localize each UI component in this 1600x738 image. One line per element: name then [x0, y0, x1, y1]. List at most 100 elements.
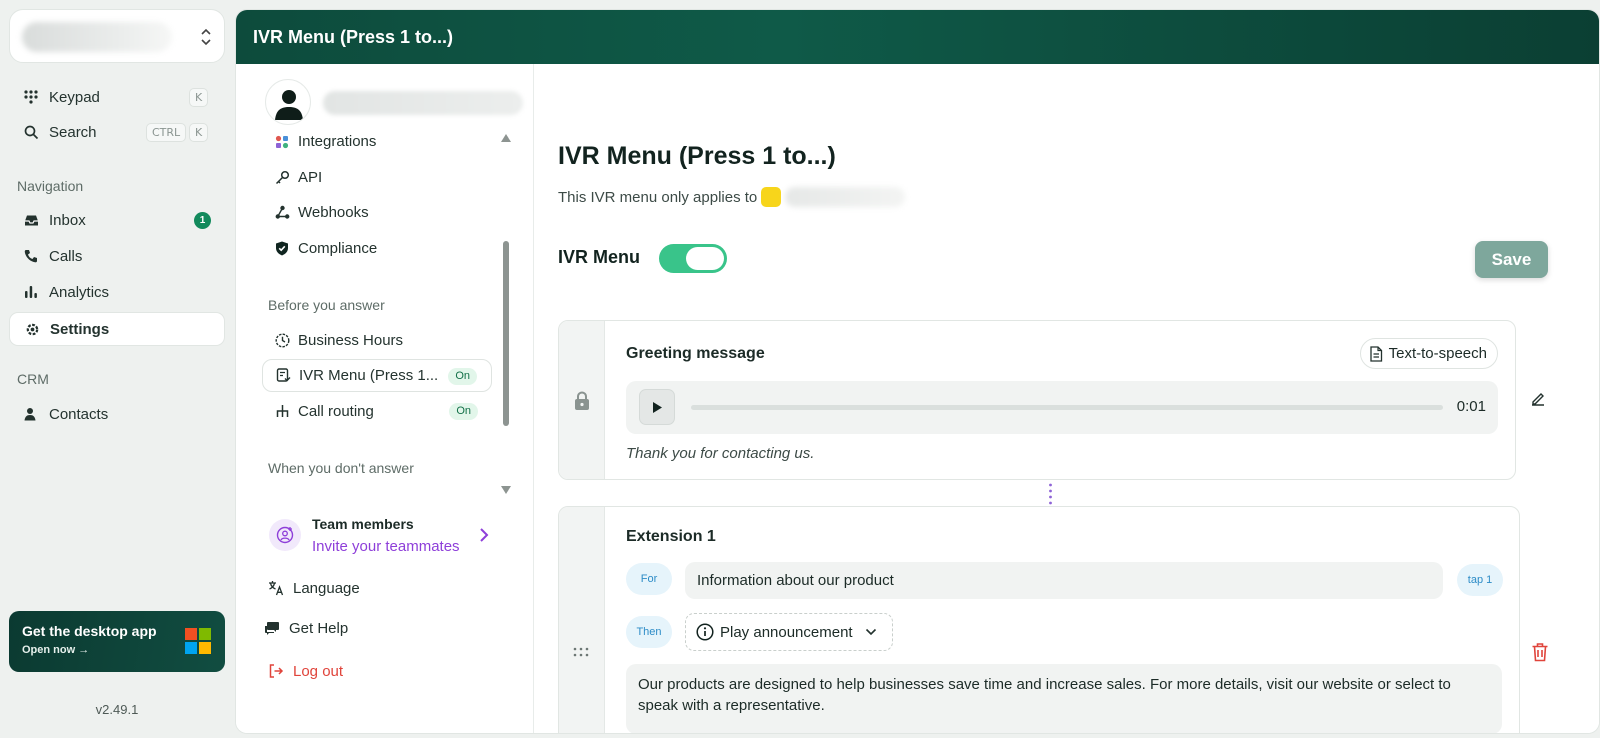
when-no-answer-header: When you don't answer	[268, 460, 414, 476]
settings-menu: Integrations API Webhooks Compliance Bef…	[236, 64, 534, 733]
menu-integrations[interactable]: Integrations	[262, 125, 492, 158]
profile-avatar[interactable]	[265, 79, 311, 125]
nav-search-label: Search	[49, 123, 97, 141]
settings-scrollbar[interactable]	[501, 134, 511, 494]
number-color-swatch	[761, 187, 782, 207]
menu-language-label: Language	[293, 579, 360, 597]
action-select-value: Play announcement	[720, 623, 853, 641]
nav-keypad[interactable]: Keypad K	[9, 80, 225, 114]
extension-label: Extension 1	[626, 528, 716, 545]
menu-api[interactable]: API	[262, 161, 492, 194]
nav-contacts-label: Contacts	[49, 405, 109, 423]
nav-settings[interactable]: Settings	[9, 312, 225, 346]
webhook-icon	[274, 205, 290, 221]
phone-icon	[23, 248, 39, 264]
announcement-text[interactable]: Our products are designed to help busine…	[626, 664, 1502, 733]
save-button[interactable]: Save	[1475, 241, 1548, 278]
applies-to-text: This IVR menu only applies to	[558, 188, 758, 206]
header-title: IVR Menu (Press 1 to...)	[253, 27, 454, 47]
ivr-content: IVR Menu (Press 1 to...) This IVR menu o…	[535, 64, 1599, 733]
nav-calls-label: Calls	[49, 247, 83, 265]
info-icon	[696, 623, 714, 641]
keypad-shortcut: K	[189, 88, 209, 107]
menu-language[interactable]: Language	[267, 579, 360, 597]
scroll-up-icon[interactable]	[501, 134, 511, 142]
extension-for-input[interactable]: Information about our product	[685, 562, 1443, 599]
invite-teammates-link[interactable]: Invite your teammates	[312, 538, 460, 555]
search-icon	[23, 124, 39, 140]
menu-business-hours[interactable]: Business Hours	[262, 324, 492, 357]
nav-calls[interactable]: Calls	[9, 239, 225, 273]
logout-button[interactable]: Log out	[267, 662, 343, 680]
lock-icon	[575, 391, 589, 410]
edit-icon[interactable]	[1530, 391, 1546, 407]
audio-progress-track[interactable]	[691, 405, 1443, 410]
chevron-updown-icon	[201, 28, 211, 46]
crm-header: CRM	[17, 371, 49, 387]
menu-compliance[interactable]: Compliance	[262, 232, 492, 265]
nav-analytics[interactable]: Analytics	[9, 275, 225, 309]
contact-icon	[23, 406, 39, 422]
help-chat-icon	[263, 619, 281, 637]
nav-inbox-label: Inbox	[49, 211, 86, 229]
greeting-label: Greeting message	[626, 345, 765, 362]
menu-ivr[interactable]: IVR Menu (Press 1... On	[262, 359, 492, 392]
action-select[interactable]: Play announcement	[685, 613, 893, 651]
ivr-toggle[interactable]	[659, 244, 727, 273]
nav-inbox[interactable]: Inbox 1	[9, 203, 225, 237]
menu-webhooks[interactable]: Webhooks	[262, 196, 492, 229]
menu-call-routing-label: Call routing	[298, 403, 374, 420]
drag-handle-icon[interactable]	[573, 647, 589, 657]
audio-player: 0:01	[626, 381, 1498, 434]
number-redacted	[785, 187, 906, 207]
menu-ivr-label: IVR Menu (Press 1...	[299, 367, 439, 384]
desktop-app-title: Get the desktop app	[22, 623, 157, 639]
translate-icon	[267, 579, 285, 597]
scroll-thumb[interactable]	[503, 241, 509, 426]
menu-integrations-label: Integrations	[298, 133, 377, 150]
before-answer-header: Before you answer	[268, 297, 385, 313]
menu-business-hours-label: Business Hours	[298, 332, 404, 349]
greeting-card: Greeting message Text-to-speech 0:01 Tha…	[558, 320, 1516, 480]
main-panel: IVR Menu (Press 1 to...) Integrations AP…	[235, 9, 1600, 734]
menu-help-label: Get Help	[289, 619, 349, 637]
header-bar: IVR Menu (Press 1 to...)	[236, 10, 1599, 64]
logout-icon	[267, 662, 285, 680]
play-button[interactable]	[639, 389, 675, 425]
add-user-icon	[269, 519, 301, 551]
workspace-name-redacted	[22, 22, 172, 52]
trash-icon[interactable]	[1531, 642, 1549, 662]
analytics-icon	[23, 284, 39, 300]
greeting-rail	[559, 321, 605, 479]
nav-keypad-label: Keypad	[49, 88, 100, 106]
then-chip: Then	[626, 616, 672, 648]
desktop-app-cta: Open now →	[22, 644, 90, 656]
scroll-down-icon[interactable]	[501, 486, 511, 494]
text-to-speech-label: Text-to-speech	[1388, 345, 1487, 362]
team-members-card[interactable]: Team members Invite your teammates	[262, 511, 502, 561]
integrations-icon	[274, 134, 290, 150]
inbox-badge: 1	[194, 212, 211, 229]
menu-help[interactable]: Get Help	[263, 619, 348, 637]
nav-settings-label: Settings	[50, 320, 110, 338]
extension-card: Extension 1 For Information about our pr…	[558, 506, 1520, 733]
extension-rail	[559, 507, 605, 733]
keypad-icon	[23, 89, 39, 105]
menu-compliance-label: Compliance	[298, 240, 378, 257]
page-title: IVR Menu (Press 1 to...)	[558, 142, 836, 170]
greeting-message: Thank you for contacting us.	[626, 445, 815, 462]
desktop-app-banner[interactable]: Get the desktop app Open now →	[9, 611, 225, 672]
team-members-title: Team members	[312, 516, 414, 532]
menu-webhooks-label: Webhooks	[298, 204, 369, 221]
audio-duration: 0:01	[1456, 398, 1486, 415]
workspace-switcher[interactable]	[9, 9, 225, 63]
nav-analytics-label: Analytics	[49, 283, 110, 301]
text-to-speech-button[interactable]: Text-to-speech	[1359, 338, 1498, 369]
nav-search[interactable]: Search CTRL K	[9, 115, 225, 149]
nav-contacts[interactable]: Contacts	[9, 397, 225, 431]
menu-call-routing[interactable]: Call routing On	[262, 395, 492, 428]
clock-icon	[274, 333, 290, 349]
profile-name-redacted	[323, 91, 523, 115]
user-icon	[275, 90, 303, 120]
search-shortcut-mod: CTRL	[146, 123, 187, 142]
